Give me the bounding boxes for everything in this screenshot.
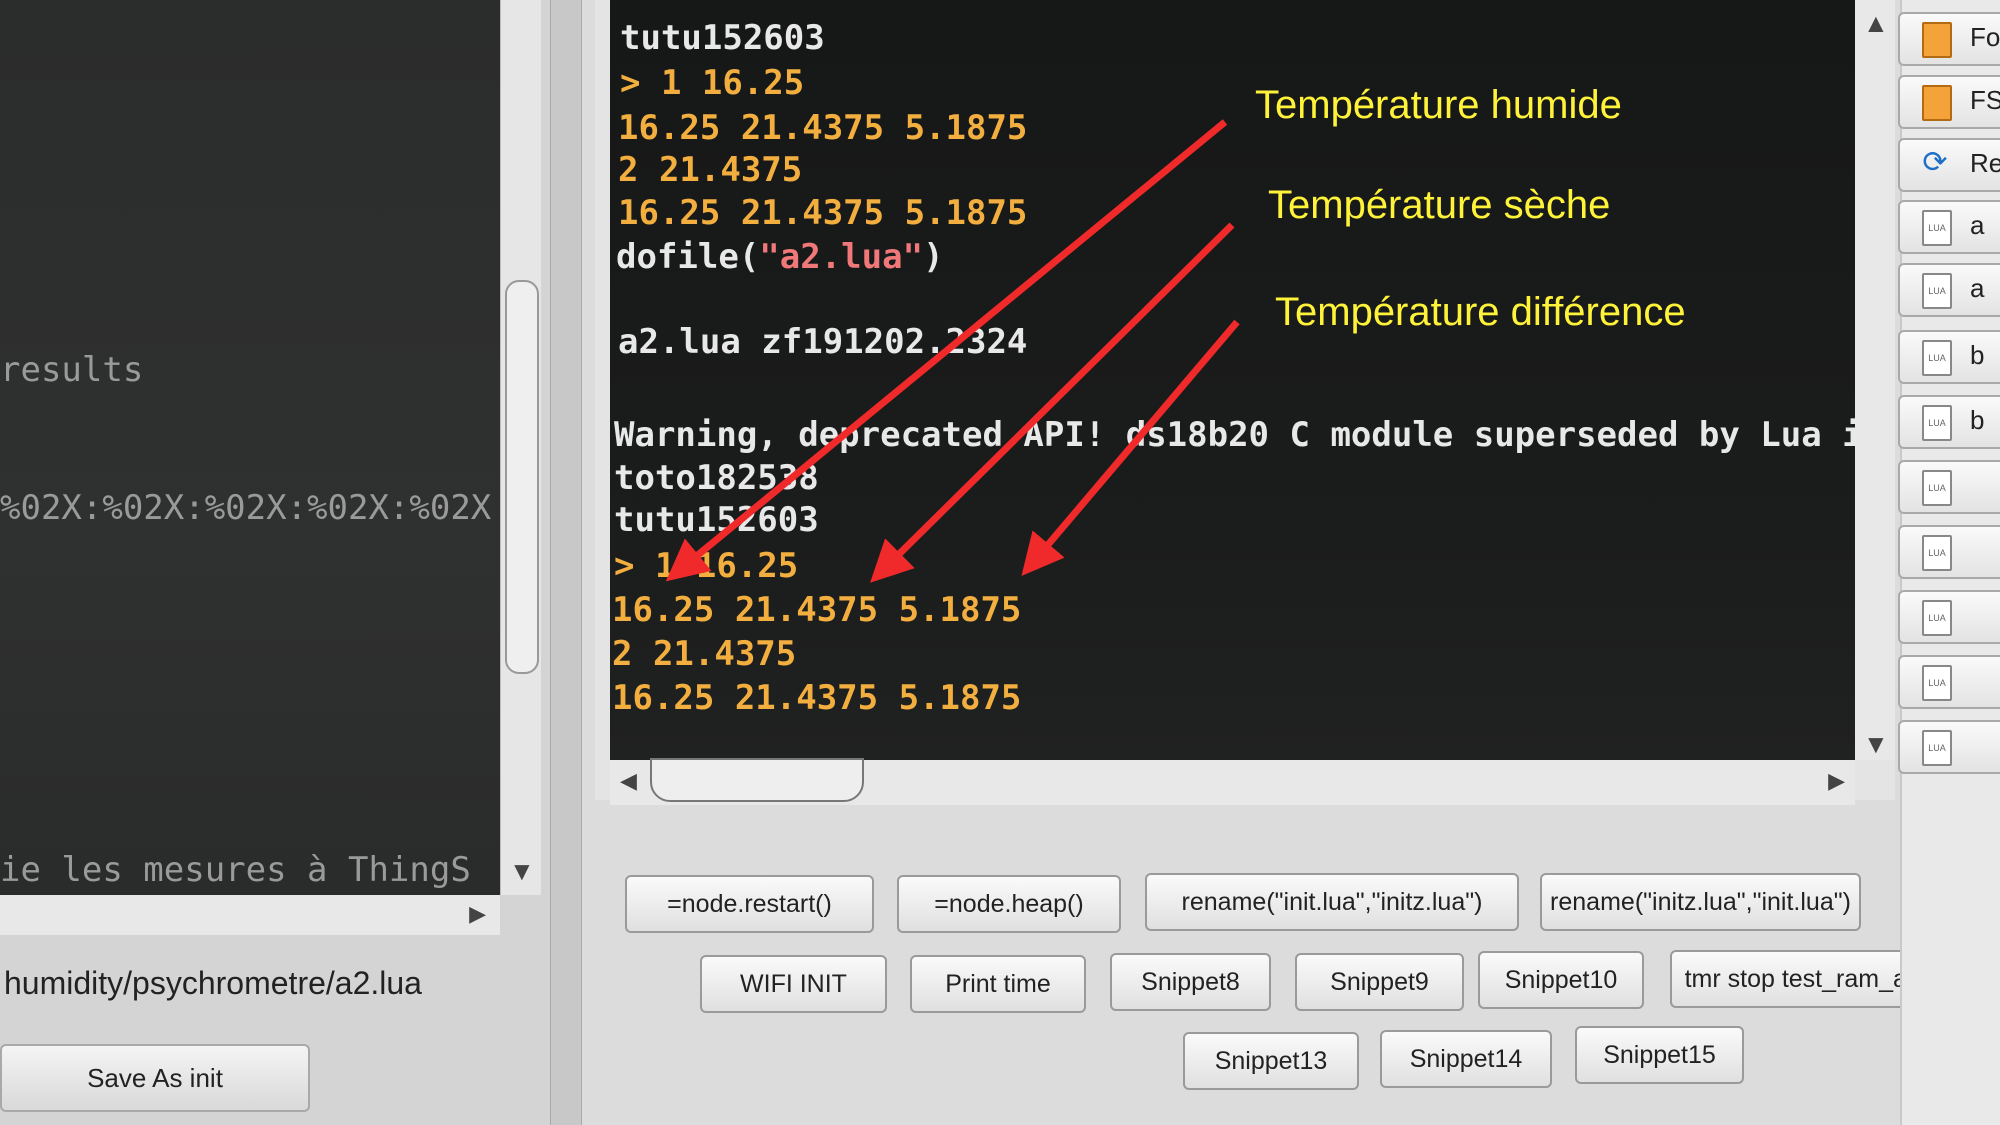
annotation-arrows (665, 119, 1240, 583)
annotation-temperature-seche: Température sèche (1268, 183, 1611, 227)
arrow-difference (1021, 319, 1240, 577)
arrow-seche (870, 222, 1235, 583)
annotation-temperature-difference: Température différence (1275, 290, 1686, 334)
annotation-temperature-humide: Température humide (1255, 83, 1622, 127)
